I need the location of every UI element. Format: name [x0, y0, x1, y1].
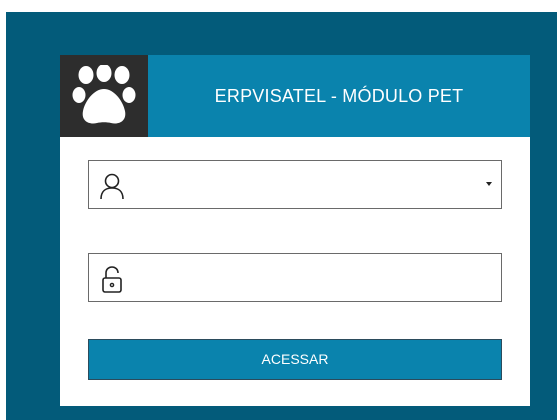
app-frame: ERPVISATEL - MÓDULO PET ACESSAR [6, 12, 557, 420]
page-title: ERPVISATEL - MÓDULO PET [214, 86, 464, 106]
user-icon [100, 173, 124, 200]
login-card: ERPVISATEL - MÓDULO PET ACESSAR [60, 55, 530, 406]
lock-icon [102, 266, 122, 293]
logo [60, 55, 148, 137]
login-button[interactable]: ACESSAR [88, 339, 502, 380]
chevron-down-icon[interactable] [486, 182, 492, 186]
login-header: ERPVISATEL - MÓDULO PET [60, 55, 530, 137]
password-input[interactable] [133, 255, 467, 302]
password-field[interactable] [88, 253, 502, 302]
paw-icon [72, 65, 136, 124]
username-field[interactable] [88, 160, 502, 209]
username-input[interactable] [133, 162, 467, 209]
